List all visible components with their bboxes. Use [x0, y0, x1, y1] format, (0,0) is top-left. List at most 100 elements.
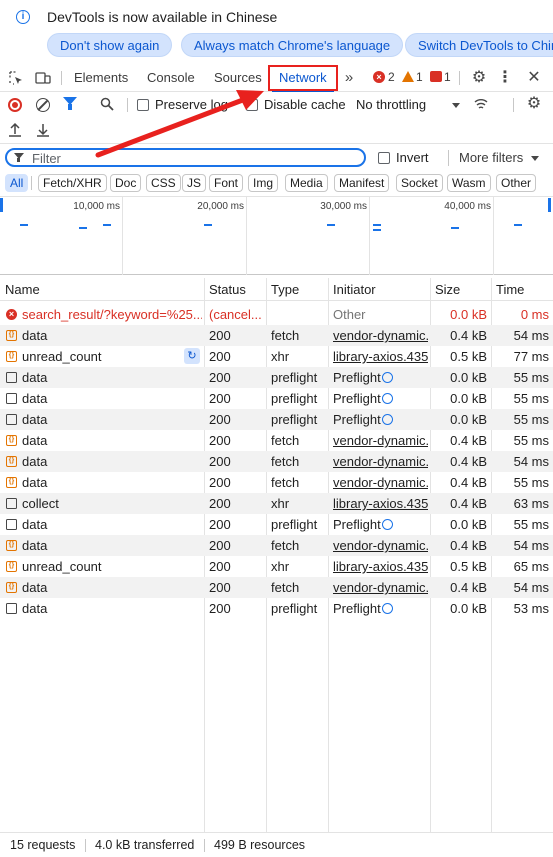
request-size: 0.0 kB: [450, 601, 487, 616]
request-status: 200: [209, 370, 231, 385]
request-size: 0.4 kB: [450, 538, 487, 553]
initiator-label: Preflight: [333, 517, 381, 532]
request-initiator[interactable]: library-axios.435: [333, 493, 428, 514]
request-status: 200: [209, 601, 231, 616]
type-filter-other[interactable]: Other: [496, 174, 537, 192]
table-row[interactable]: × search_result/?keyword=%25... (cancel.…: [0, 304, 553, 325]
column-header-status[interactable]: Status: [204, 278, 246, 301]
table-row[interactable]: {} data 200 fetch vendor-dynamic. 0.4 kB…: [0, 535, 553, 556]
request-time: 53 ms: [513, 601, 549, 616]
initiator-label: Preflight: [333, 370, 381, 385]
annotation-arrow: [95, 90, 264, 158]
document-icon: [6, 603, 17, 614]
type-filter-js[interactable]: JS: [182, 174, 207, 192]
table-row[interactable]: data 200 preflight Preflight 0.0 kB 55 m…: [0, 409, 553, 430]
request-status: 200: [209, 580, 231, 595]
request-initiator[interactable]: Preflight: [333, 514, 428, 535]
initiator-label: Preflight: [333, 391, 381, 406]
table-row[interactable]: {} data 200 fetch vendor-dynamic. 0.4 kB…: [0, 577, 553, 598]
request-time: 55 ms: [513, 370, 549, 385]
type-filter-manifest[interactable]: Manifest: [334, 174, 390, 192]
request-initiator[interactable]: Preflight: [333, 367, 428, 388]
fetch-icon: {}: [6, 477, 17, 488]
table-row[interactable]: data 200 preflight Preflight 0.0 kB 55 m…: [0, 514, 553, 535]
document-icon: [6, 372, 17, 383]
type-filter-css[interactable]: CSS: [146, 174, 181, 192]
column-header-time[interactable]: Time: [491, 278, 524, 301]
request-table-header: Name Status Type Initiator Size Time: [0, 278, 553, 301]
column-header-name[interactable]: Name: [0, 278, 40, 301]
divider: [85, 839, 86, 852]
fetch-icon: {}: [6, 351, 17, 362]
replay-request-icon[interactable]: ↻: [184, 348, 200, 364]
request-size: 0.0 kB: [450, 391, 487, 406]
preflight-icon: [381, 393, 393, 404]
request-initiator[interactable]: Preflight: [333, 409, 428, 430]
document-icon: [6, 519, 17, 530]
request-status: 200: [209, 412, 231, 427]
request-status: 200: [209, 454, 231, 469]
table-row[interactable]: {} data 200 fetch vendor-dynamic. 0.4 kB…: [0, 325, 553, 346]
request-size: 0.4 kB: [450, 475, 487, 490]
request-initiator[interactable]: vendor-dynamic.: [333, 430, 428, 451]
request-size: 0.4 kB: [450, 328, 487, 343]
table-row[interactable]: data 200 preflight Preflight 0.0 kB 53 m…: [0, 598, 553, 619]
table-row[interactable]: {} data 200 fetch vendor-dynamic. 0.4 kB…: [0, 472, 553, 493]
type-filter-fetch-xhr[interactable]: Fetch/XHR: [38, 174, 107, 192]
overview-tick-label: 10,000 ms: [73, 201, 120, 212]
overview-right-handle[interactable]: [548, 198, 551, 212]
request-initiator[interactable]: vendor-dynamic.: [333, 472, 428, 493]
request-type: preflight: [271, 391, 318, 406]
column-header-initiator[interactable]: Initiator: [328, 278, 376, 301]
table-row[interactable]: {} data 200 fetch vendor-dynamic. 0.4 kB…: [0, 451, 553, 472]
request-initiator[interactable]: library-axios.435: [333, 556, 428, 577]
fetch-icon: {}: [6, 435, 17, 446]
type-filter-img[interactable]: Img: [248, 174, 279, 192]
request-type: fetch: [271, 475, 300, 490]
request-size: 0.0 kB: [450, 517, 487, 532]
fetch-icon: {}: [6, 582, 17, 593]
table-row[interactable]: collect 200 xhr library-axios.435 0.4 kB…: [0, 493, 553, 514]
column-header-size[interactable]: Size: [430, 278, 460, 301]
overview-tick-label: 40,000 ms: [444, 201, 491, 212]
table-row[interactable]: {} data 200 fetch vendor-dynamic. 0.4 kB…: [0, 430, 553, 451]
table-row[interactable]: {} unread_count ↻ 200 xhr library-axios.…: [0, 346, 553, 367]
request-type: fetch: [271, 433, 300, 448]
table-row[interactable]: data 200 preflight Preflight 0.0 kB 55 m…: [0, 367, 553, 388]
request-size: 0.0 kB: [450, 412, 487, 427]
request-name: data: [22, 454, 48, 469]
request-initiator[interactable]: vendor-dynamic.: [333, 577, 428, 598]
fetch-icon: {}: [6, 561, 17, 572]
overview-left-handle[interactable]: [0, 198, 3, 212]
type-filter-doc[interactable]: Doc: [110, 174, 142, 192]
request-size: 0.5 kB: [450, 559, 487, 574]
request-name: unread_count: [22, 559, 102, 574]
overview-bar: [451, 227, 459, 229]
request-time: 54 ms: [513, 454, 549, 469]
type-filter-all[interactable]: All: [5, 174, 29, 192]
request-initiator[interactable]: Preflight: [333, 388, 428, 409]
request-initiator[interactable]: vendor-dynamic.: [333, 451, 428, 472]
fetch-icon: {}: [6, 456, 17, 467]
type-filter-socket[interactable]: Socket: [396, 174, 443, 192]
request-time: 54 ms: [513, 538, 549, 553]
column-header-type[interactable]: Type: [266, 278, 299, 301]
preflight-icon: [381, 603, 393, 614]
request-initiator[interactable]: vendor-dynamic.: [333, 325, 428, 346]
overview-bar: [373, 224, 381, 226]
request-initiator[interactable]: library-axios.435: [333, 346, 428, 367]
document-icon: [6, 393, 17, 404]
request-initiator[interactable]: vendor-dynamic.: [333, 535, 428, 556]
request-status: 200: [209, 328, 231, 343]
request-name: data: [22, 475, 48, 490]
table-row[interactable]: data 200 preflight Preflight 0.0 kB 55 m…: [0, 388, 553, 409]
type-filter-wasm[interactable]: Wasm: [447, 174, 491, 192]
request-initiator[interactable]: Preflight: [333, 598, 428, 619]
request-name: collect: [22, 496, 59, 511]
type-filter-media[interactable]: Media: [285, 174, 328, 192]
request-type: fetch: [271, 580, 300, 595]
table-row[interactable]: {} unread_count 200 xhr library-axios.43…: [0, 556, 553, 577]
request-type: fetch: [271, 538, 300, 553]
overview-bar: [103, 224, 111, 226]
type-filter-font[interactable]: Font: [209, 174, 244, 192]
